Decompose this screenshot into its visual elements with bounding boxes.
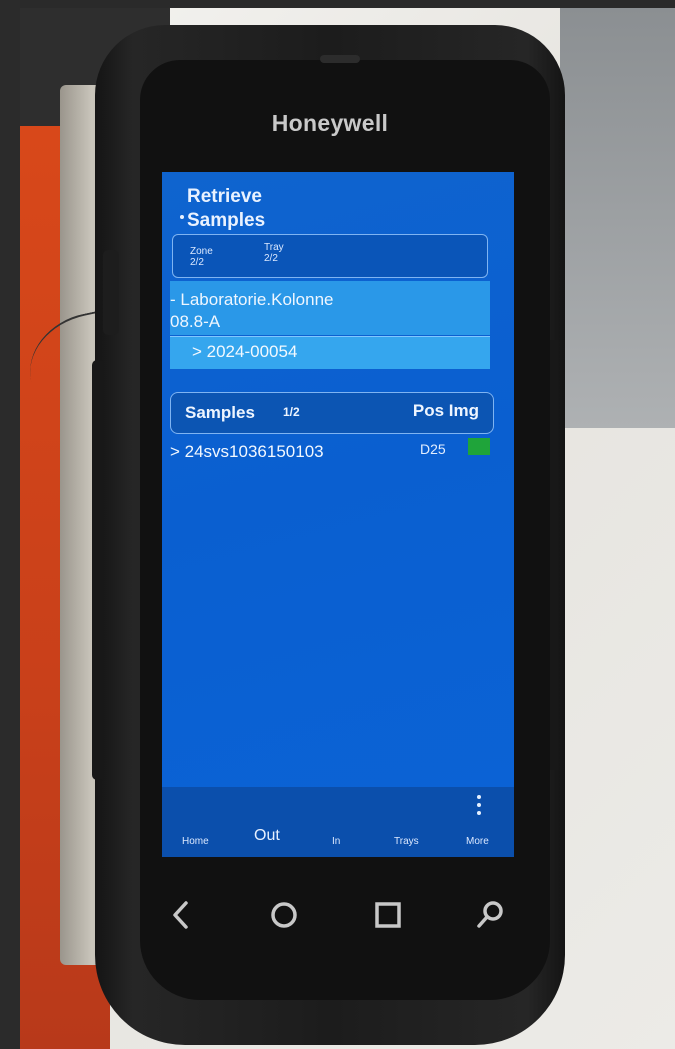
location-row[interactable]: - Laboratorie.Kolonne 08.8-A bbox=[170, 281, 490, 335]
location-code: 08.8-A bbox=[170, 312, 221, 331]
status-color-indicator bbox=[468, 438, 490, 455]
home-circle-icon[interactable] bbox=[264, 895, 304, 935]
nav-trays[interactable]: Trays bbox=[394, 836, 419, 847]
brand-logo: Honeywell bbox=[271, 110, 389, 136]
samples-header: Samples 1/2 Pos Img bbox=[170, 392, 494, 434]
order-number: > 2024-00054 bbox=[192, 342, 298, 361]
left-grip bbox=[92, 360, 104, 780]
search-icon[interactable] bbox=[470, 895, 510, 935]
samples-count: 1/2 bbox=[283, 405, 300, 419]
background-top bbox=[0, 0, 675, 8]
back-icon[interactable] bbox=[162, 895, 202, 935]
nav-more[interactable]: More bbox=[466, 836, 489, 847]
page-title-line1: Retrieve bbox=[187, 186, 262, 207]
page-title-line2: Samples bbox=[187, 210, 266, 231]
background-wall bbox=[560, 8, 675, 428]
samples-label: Samples bbox=[185, 403, 255, 422]
recents-square-icon[interactable] bbox=[368, 895, 408, 935]
order-row[interactable]: > 2024-00054 bbox=[170, 336, 490, 369]
location-name: - Laboratorie.Kolonne bbox=[170, 290, 334, 309]
nav-out[interactable]: Out bbox=[254, 827, 280, 845]
zone-label: Zone bbox=[190, 246, 213, 257]
nav-home[interactable]: Home bbox=[182, 836, 209, 847]
more-vertical-icon[interactable] bbox=[477, 795, 481, 817]
pos-img-label: Pos Img bbox=[412, 401, 479, 420]
tray-value: 2/2 bbox=[264, 253, 278, 264]
table-row[interactable]: > 24svs1036150103 D25 bbox=[170, 438, 492, 466]
sample-position: D25 bbox=[420, 441, 446, 457]
earpiece-speaker bbox=[320, 55, 360, 63]
page-title: Retrieve Samples bbox=[187, 185, 265, 233]
background-left-edge bbox=[0, 0, 20, 1049]
left-side-button[interactable] bbox=[103, 250, 119, 335]
nav-in[interactable]: In bbox=[332, 836, 340, 847]
sample-id: > 24svs1036150103 bbox=[170, 442, 324, 461]
bottom-nav: Home Out In Trays More bbox=[162, 787, 514, 857]
zone-value: 2/2 bbox=[190, 257, 204, 268]
tray-label: Tray bbox=[264, 242, 284, 253]
app-screen: Retrieve Samples Zone 2/2 Tray 2/2 - Lab… bbox=[162, 172, 514, 857]
zone-tray-panel: Zone 2/2 Tray 2/2 bbox=[172, 234, 488, 278]
back-dot-icon[interactable] bbox=[180, 215, 184, 219]
